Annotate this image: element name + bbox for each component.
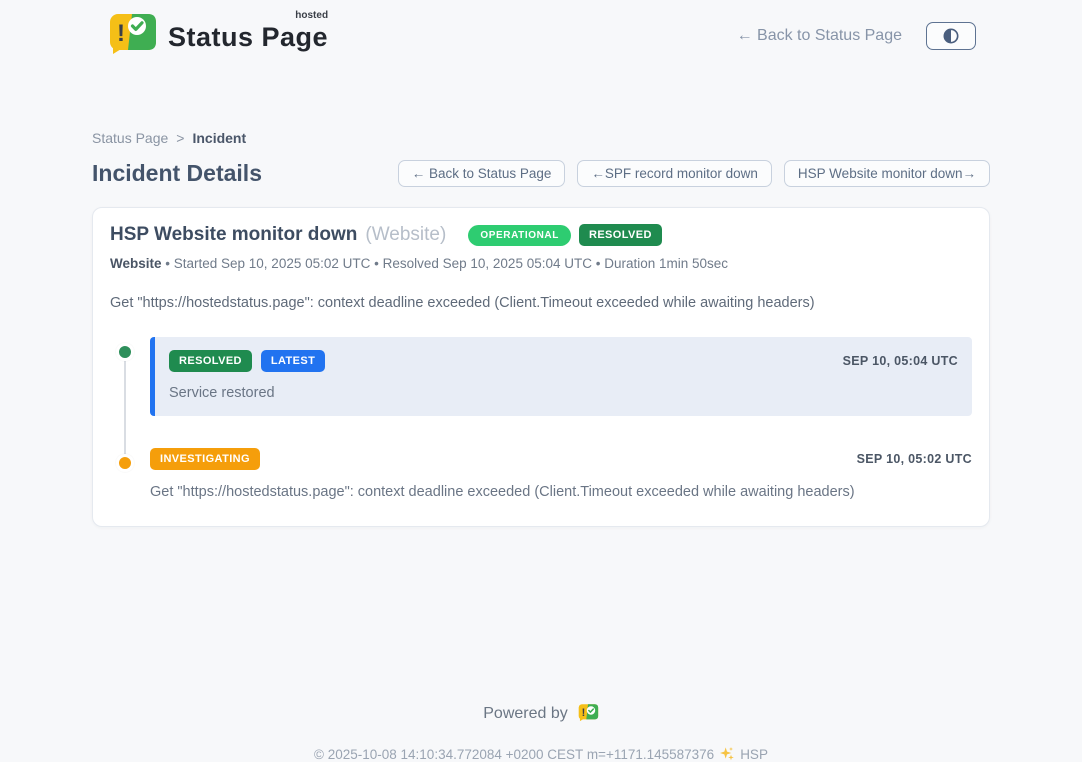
timeline-entry-resolved: RESOLVED LATEST SEP 10, 05:04 UTC Servic…	[110, 337, 972, 416]
meta-component-name: Website	[110, 256, 162, 271]
breadcrumb-current: Incident	[192, 130, 246, 146]
theme-toggle-button[interactable]	[926, 22, 976, 50]
statuspage-mini-logo-icon[interactable]: !	[577, 703, 599, 724]
title-row: Incident Details ← Back to Status Page ←…	[92, 160, 990, 187]
timeline-timestamp: SEP 10, 05:02 UTC	[857, 452, 972, 466]
footer: Powered by ! © 2025-10-08 14:10:34.77208…	[0, 703, 1082, 762]
svg-text:!: !	[581, 707, 585, 719]
header-right: ← Back to Status Page	[737, 22, 976, 50]
breadcrumb-separator: >	[176, 130, 184, 146]
next-incident-button[interactable]: HSP Website monitor down→	[784, 160, 990, 187]
incident-nav-buttons: ← Back to Status Page ←SPF record monito…	[398, 160, 990, 187]
component-status-badge: OPERATIONAL	[468, 225, 571, 246]
sparkles-icon	[719, 746, 735, 762]
timeline-highlight-box: RESOLVED LATEST SEP 10, 05:04 UTC Servic…	[150, 337, 972, 416]
breadcrumb: Status Page > Incident	[92, 130, 990, 146]
timeline-dot-resolved	[116, 343, 134, 361]
timeline-entry-head: INVESTIGATING SEP 10, 05:02 UTC	[150, 448, 972, 470]
back-to-status-page-button[interactable]: ← Back to Status Page	[398, 160, 566, 187]
breadcrumb-root[interactable]: Status Page	[92, 130, 168, 146]
header: ! Status Page hosted ← Back to Status Pa…	[106, 0, 976, 60]
back-to-status-page-link[interactable]: ← Back to Status Page	[737, 27, 902, 45]
incident-title-row: HSP Website monitor down (Website) OPERA…	[110, 224, 972, 246]
timeline-entry-investigating: INVESTIGATING SEP 10, 05:02 UTC Get "htt…	[110, 448, 972, 500]
prev-incident-button[interactable]: ←SPF record monitor down	[577, 160, 772, 187]
investigating-badge: INVESTIGATING	[150, 448, 260, 470]
timeline-message: Get "https://hostedstatus.page": context…	[150, 484, 972, 500]
resolved-badge: RESOLVED	[169, 350, 252, 372]
timeline-dot-investigating	[116, 454, 134, 472]
timeline-timestamp: SEP 10, 05:04 UTC	[843, 354, 958, 368]
page-title: Incident Details	[92, 160, 262, 187]
timeline-entry-head: RESOLVED LATEST SEP 10, 05:04 UTC	[169, 350, 958, 372]
statuspage-logo-icon: !	[106, 12, 158, 60]
svg-text:!: !	[117, 20, 125, 47]
latest-badge: LATEST	[261, 350, 325, 372]
powered-by: Powered by !	[0, 703, 1082, 724]
incident-component: (Website)	[365, 224, 446, 246]
copyright-line: © 2025-10-08 14:10:34.772084 +0200 CEST …	[0, 746, 1082, 762]
brand-superscript: hosted	[295, 10, 328, 21]
copyright-text: © 2025-10-08 14:10:34.772084 +0200 CEST …	[314, 747, 714, 762]
half-circle-contrast-icon	[941, 26, 961, 46]
statuspage-logo[interactable]: ! Status Page hosted	[106, 12, 328, 60]
incident-meta: Website • Started Sep 10, 2025 05:02 UTC…	[110, 256, 972, 271]
powered-by-label: Powered by	[483, 705, 568, 723]
copyright-brand: HSP	[740, 747, 768, 762]
meta-details: • Started Sep 10, 2025 05:02 UTC • Resol…	[162, 256, 729, 271]
brand-name: Status Page	[168, 22, 328, 52]
timeline-message: Service restored	[169, 385, 958, 401]
logo-text: Status Page hosted	[168, 12, 328, 53]
incident-timeline: RESOLVED LATEST SEP 10, 05:04 UTC Servic…	[110, 337, 972, 500]
incident-status-badge: RESOLVED	[579, 224, 662, 246]
main-content: Status Page > Incident Incident Details …	[92, 130, 990, 527]
incident-description: Get "https://hostedstatus.page": context…	[110, 295, 972, 311]
incident-title: HSP Website monitor down	[110, 224, 357, 246]
timeline-plain-box: INVESTIGATING SEP 10, 05:02 UTC Get "htt…	[150, 448, 972, 500]
incident-card: HSP Website monitor down (Website) OPERA…	[92, 207, 990, 527]
